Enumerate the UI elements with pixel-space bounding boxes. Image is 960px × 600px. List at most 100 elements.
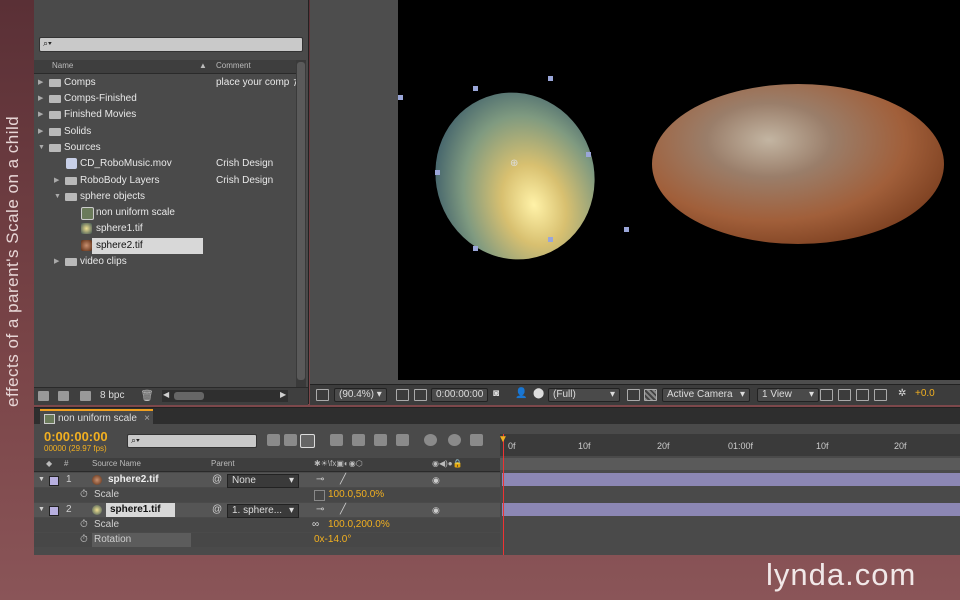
expand-triangle-icon[interactable]: ▶ [38, 75, 43, 91]
comp-marker-icon[interactable] [470, 434, 483, 446]
exposure-reset-icon[interactable]: ✲ [898, 388, 906, 400]
stopwatch-icon[interactable]: ⏱ [80, 488, 88, 502]
snapshot-icon[interactable]: ◙ [493, 388, 499, 400]
layer-duration-bar-2[interactable] [502, 503, 960, 516]
property-value[interactable]: 100.0,50.0% [328, 488, 384, 502]
transform-handle[interactable] [398, 95, 403, 100]
scroll-left-icon[interactable]: ◀ [163, 390, 169, 399]
expand-triangle-icon[interactable]: ▶ [38, 91, 43, 107]
project-item-comps[interactable]: ▶ Comps place your comp ⊼ [34, 75, 300, 91]
layer-name[interactable]: sphere1.tif [106, 503, 175, 517]
project-item-sphere-objects[interactable]: ▼ sphere objects [34, 189, 296, 205]
transform-handle[interactable] [624, 227, 629, 232]
interpret-footage-icon[interactable] [38, 391, 49, 401]
auto-keyframe-icon[interactable] [424, 434, 437, 446]
project-item-sphere2[interactable]: sphere2.tif [34, 238, 296, 254]
project-item-solids[interactable]: ▶ Solids [34, 124, 296, 140]
layer-name[interactable]: sphere2.tif [108, 473, 159, 487]
property-row-rotation-2[interactable]: ⏱ Rotation 0x-14.0° [34, 533, 500, 547]
constrain-proportions-linked-icon[interactable]: ∞ [312, 518, 319, 532]
transform-handle[interactable] [586, 152, 591, 157]
visibility-eye-icon[interactable]: ◉ [432, 473, 440, 487]
shy-switch-icon[interactable]: ⊸ [316, 503, 324, 517]
parent-dropdown[interactable]: None ▾ [227, 474, 299, 488]
column-name[interactable]: Name [52, 61, 73, 70]
transform-handle[interactable] [548, 237, 553, 242]
parent-dropdown[interactable]: 1. sphere... ▾ [227, 504, 299, 518]
sphere2-layer[interactable] [652, 84, 944, 244]
expand-triangle-icon[interactable]: ▶ [38, 124, 43, 140]
new-folder-icon[interactable] [58, 391, 69, 401]
color-channels-icon[interactable]: ⬤ [533, 388, 544, 400]
collapse-triangle-icon[interactable]: ▼ [54, 189, 61, 205]
collapse-triangle-icon[interactable]: ▼ [38, 503, 45, 517]
transform-handle[interactable] [548, 76, 553, 81]
label-color[interactable] [49, 476, 59, 486]
toggle-pixel-aspect-icon[interactable] [820, 389, 833, 401]
motion-blur-icon[interactable] [374, 434, 387, 446]
view-layout-dropdown[interactable]: 1 View ▾ [757, 388, 819, 402]
scroll-right-icon[interactable]: ▶ [280, 390, 286, 399]
expand-triangle-icon[interactable]: ▶ [38, 107, 43, 123]
fast-previews-icon[interactable] [838, 389, 851, 401]
column-parent[interactable]: Parent [211, 459, 235, 468]
transparency-grid-icon[interactable] [644, 389, 657, 401]
frame-blending-icon[interactable] [352, 434, 365, 446]
timeline-current-time[interactable]: 0:00:00:00 [44, 429, 108, 444]
pickwhip-icon[interactable]: @ [212, 503, 222, 517]
project-item-comps-finished[interactable]: ▶ Comps-Finished [34, 91, 296, 107]
stopwatch-icon[interactable]: ⏱ [80, 518, 88, 532]
layer-row-1[interactable]: ▼ 1 sphere2.tif @ None ▾ ⊸ ╱ ◉ [34, 473, 500, 488]
quality-switch-icon[interactable]: ╱ [340, 473, 346, 487]
quality-switch-icon[interactable]: ╱ [340, 503, 346, 517]
time-ruler[interactable]: 0f 10f 20f 01:00f 10f 20f [500, 434, 960, 456]
transform-handle[interactable] [435, 170, 440, 175]
scroll-thumb[interactable] [297, 62, 305, 380]
playhead-icon[interactable]: ▼ [498, 434, 508, 445]
transform-handle[interactable] [473, 246, 478, 251]
resolution-dropdown[interactable]: (Full) ▾ [548, 388, 620, 402]
exposure-value[interactable]: +0.0 [915, 388, 935, 400]
collapse-triangle-icon[interactable]: ▼ [38, 473, 45, 487]
layer-row-2[interactable]: ▼ 2 sphere1.tif @ 1. sphere... ▾ ⊸ ╱ ◉ [34, 503, 500, 518]
graph-editor-icon[interactable] [448, 434, 461, 446]
expand-triangle-icon[interactable]: ▶ [54, 173, 59, 189]
property-value[interactable]: 0x-14.0° [314, 533, 351, 547]
property-row-scale-2[interactable]: ⏱ Scale ∞ 100.0,200.0% [34, 518, 500, 532]
live-update-icon[interactable] [284, 434, 297, 446]
trash-icon[interactable]: 🗑 [140, 389, 154, 402]
project-item-non-uniform-scale[interactable]: non uniform scale [34, 205, 296, 221]
shy-switch-icon[interactable]: ⊸ [316, 473, 324, 487]
project-search-input[interactable]: ⌕▾ [39, 37, 303, 52]
brainstorm-icon[interactable] [396, 434, 409, 446]
project-item-cd-robomusic[interactable]: CD_RoboMusic.mov Crish Design [34, 156, 296, 172]
stopwatch-icon[interactable]: ⏱ [80, 533, 88, 547]
project-item-finished-movies[interactable]: ▶ Finished Movies [34, 107, 296, 123]
current-time-indicator[interactable] [503, 434, 504, 555]
bit-depth-button[interactable]: 8 bpc [100, 390, 124, 401]
property-row-scale-1[interactable]: ⏱ Scale 100.0,50.0% [34, 488, 500, 502]
visibility-eye-icon[interactable]: ◉ [432, 503, 440, 517]
magnification-dropdown[interactable]: (90.4%) ▾ [334, 388, 387, 402]
new-composition-icon[interactable] [80, 391, 91, 401]
constrain-proportions-icon[interactable] [314, 490, 325, 501]
hide-shy-layers-icon[interactable] [330, 434, 343, 446]
always-preview-icon[interactable] [316, 389, 329, 401]
property-value[interactable]: 100.0,200.0% [328, 518, 390, 532]
expand-triangle-icon[interactable]: ▶ [54, 254, 59, 270]
3d-view-dropdown[interactable]: Active Camera ▾ [662, 388, 750, 402]
safe-margins-icon[interactable] [396, 389, 409, 401]
mask-visibility-icon[interactable] [414, 389, 427, 401]
region-of-interest-icon[interactable] [627, 389, 640, 401]
scroll-thumb[interactable] [174, 392, 204, 400]
pickwhip-icon[interactable]: @ [212, 473, 222, 487]
flowchart-view-icon[interactable] [874, 389, 887, 401]
column-comment[interactable]: Comment [216, 61, 251, 70]
project-item-robobody-layers[interactable]: ▶ RoboBody Layers Crish Design [34, 173, 296, 189]
project-item-sources[interactable]: ▼ Sources [34, 140, 296, 156]
collapse-triangle-icon[interactable]: ▼ [38, 140, 45, 156]
timeline-search-input[interactable]: ⌕▾ [127, 434, 257, 448]
label-color[interactable] [49, 506, 59, 516]
work-area-bar[interactable] [500, 458, 960, 470]
project-item-sphere1[interactable]: sphere1.tif [34, 221, 296, 237]
